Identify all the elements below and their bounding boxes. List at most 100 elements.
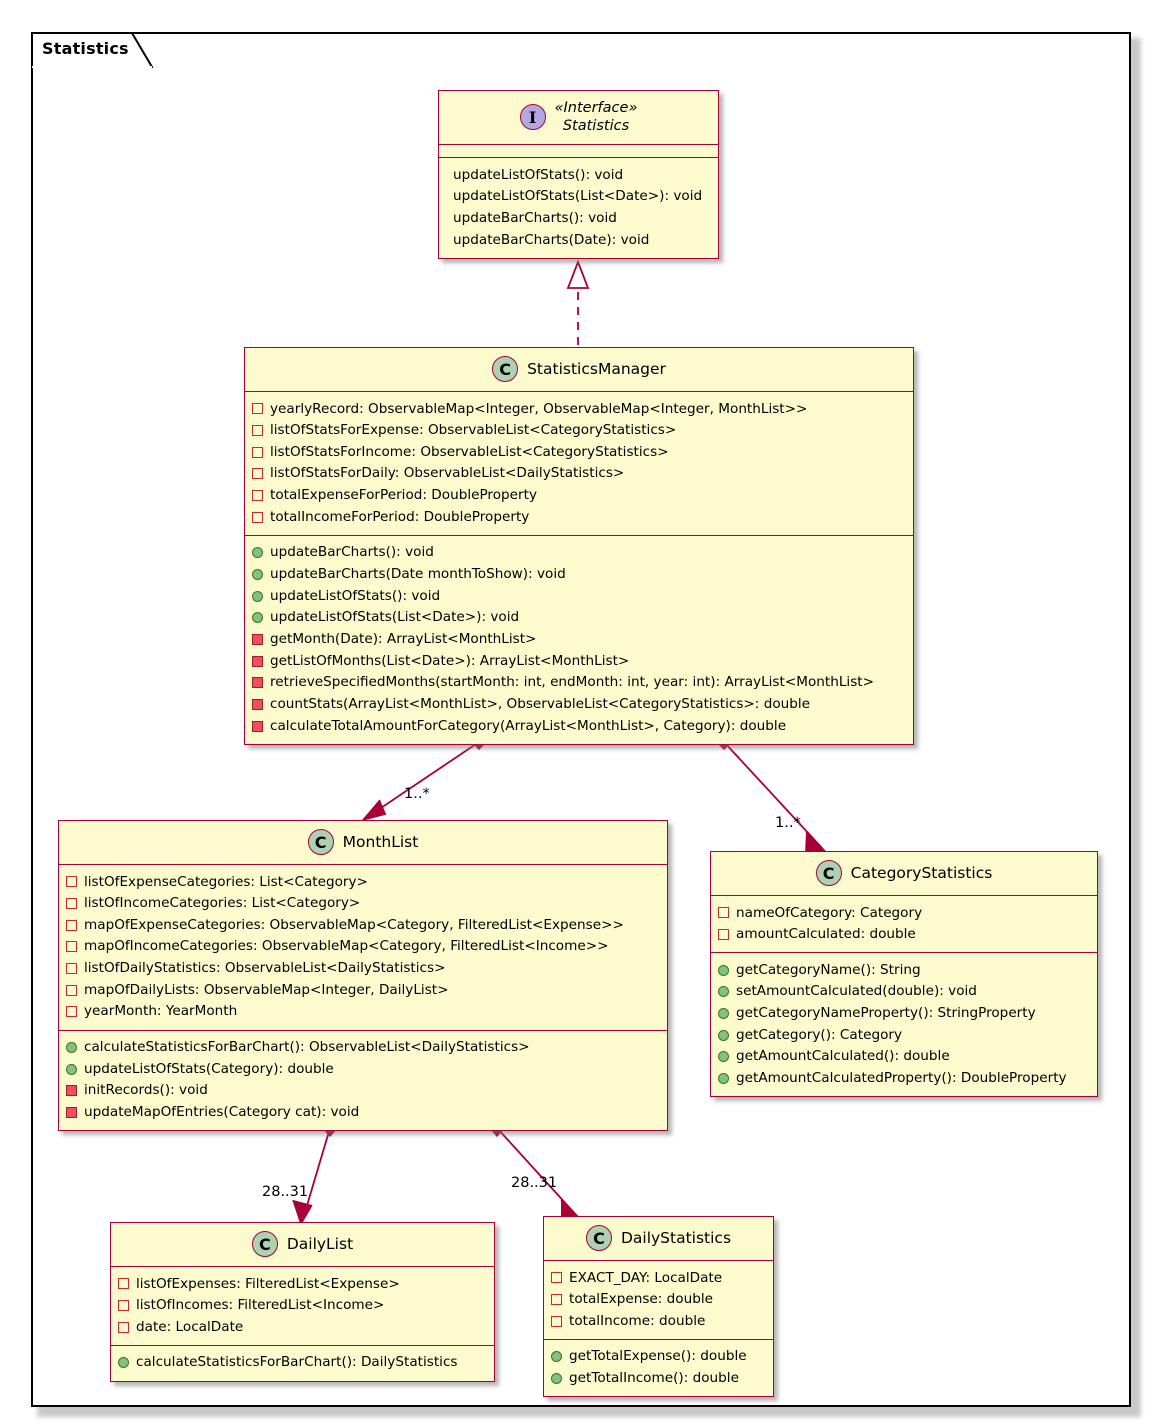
method-row: calculateStatisticsForBarChart(): Observ… [66, 1037, 661, 1059]
class-header-monthlist: C MonthList [59, 821, 667, 865]
package-title: Statistics [42, 39, 129, 58]
method-signature: getCategoryNameProperty(): StringPropert… [736, 1005, 1036, 1022]
class-header-dailystatistics: C DailyStatistics [544, 1217, 773, 1261]
method-row: updateBarCharts(): void [252, 542, 907, 564]
method-signature: updateListOfStats(): void [453, 166, 624, 183]
class-icon: C [815, 860, 842, 886]
method-signature: updateMapOfEntries(Category cat): void [84, 1104, 360, 1121]
interface-icon: I [519, 104, 546, 131]
attribute-row: listOfStatsForIncome: ObservableList<Cat… [252, 441, 907, 463]
attribute-signature: totalIncome: double [569, 1312, 706, 1329]
attribute-signature: listOfExpenseCategories: List<Category> [84, 873, 368, 890]
class-box-dailylist[interactable]: C DailyList listOfExpenses: FilteredList… [110, 1222, 495, 1382]
attribute-row: EXACT_DAY: LocalDate [551, 1267, 767, 1289]
public-method-icon [718, 1007, 729, 1019]
attribute-signature: yearMonth: YearMonth [84, 1003, 238, 1020]
attribute-row: mapOfIncomeCategories: ObservableMap<Cat… [66, 936, 661, 958]
class-box-monthlist[interactable]: C MonthList listOfExpenseCategories: Lis… [58, 820, 668, 1132]
private-field-icon [66, 962, 77, 974]
class-name-monthlist: MonthList [342, 833, 419, 851]
private-field-icon [118, 1299, 129, 1311]
method-signature: getListOfMonths(List<Date>): ArrayList<M… [270, 652, 630, 669]
method-signature: getCategoryName(): String [736, 961, 921, 978]
private-field-icon [252, 446, 263, 458]
attribute-signature: mapOfExpenseCategories: ObservableMap<Ca… [84, 916, 624, 933]
attribute-signature: EXACT_DAY: LocalDate [569, 1269, 723, 1286]
method-row: getListOfMonths(List<Date>): ArrayList<M… [252, 650, 907, 672]
multiplicity-monthlist-dailystatistics: 28..31 [511, 1175, 558, 1191]
multiplicity-monthlist-dailylist: 28..31 [262, 1184, 309, 1200]
method-signature: getTotalExpense(): double [569, 1348, 747, 1365]
public-method-icon [252, 568, 263, 580]
public-method-icon [252, 612, 263, 624]
method-signature: updateListOfStats(Category): double [84, 1060, 334, 1077]
method-row: getMonth(Date): ArrayList<MonthList> [252, 629, 907, 651]
class-icon: C [492, 356, 519, 382]
method-signature: setAmountCalculated(double): void [736, 983, 977, 1000]
public-method-icon [718, 986, 729, 998]
attribute-signature: totalExpense: double [569, 1291, 714, 1308]
attribute-row: amountCalculated: double [718, 924, 1091, 946]
private-field-icon [66, 897, 77, 909]
attribute-row: mapOfDailyLists: ObservableMap<Integer, … [66, 979, 661, 1001]
attribute-row: totalExpenseForPeriod: DoubleProperty [252, 485, 907, 507]
method-signature: getAmountCalculated(): double [736, 1048, 950, 1065]
public-method-icon [252, 590, 263, 602]
private-field-icon [66, 984, 77, 996]
method-signature: calculateStatisticsForBarChart(): DailyS… [136, 1354, 458, 1371]
method-signature: getTotalIncome(): double [569, 1370, 739, 1387]
method-signature: getMonth(Date): ArrayList<MonthList> [270, 631, 537, 648]
private-field-icon [252, 511, 263, 523]
attribute-row: totalIncomeForPeriod: DoubleProperty [252, 506, 907, 528]
attribute-row: listOfExpenseCategories: List<Category> [66, 871, 661, 893]
private-method-icon [252, 655, 263, 667]
class-header-dailylist: C DailyList [111, 1223, 494, 1267]
multiplicity-manager-monthlist: 1..* [404, 786, 430, 802]
class-box-categorystatistics[interactable]: C CategoryStatistics nameOfCategory: Cat… [710, 851, 1098, 1098]
attribute-row: listOfExpenses: FilteredList<Expense> [118, 1273, 488, 1295]
uml-class-diagram: Statistics MonthList --> CategoryStatist… [0, 0, 1155, 1428]
private-field-icon [66, 941, 77, 953]
class-box-statistics[interactable]: I «Interface» Statistics updateListOfSta… [438, 90, 719, 259]
private-field-icon [252, 403, 263, 415]
methods-compartment-statisticsmanager: updateBarCharts(): void updateBarCharts(D… [245, 534, 913, 744]
private-field-icon [252, 468, 263, 480]
method-signature: calculateTotalAmountForCategory(ArrayLis… [270, 717, 787, 734]
class-box-dailystatistics[interactable]: C DailyStatistics EXACT_DAY: LocalDate to… [543, 1216, 774, 1398]
methods-compartment-categorystatistics: getCategoryName(): String setAmountCalcul… [711, 952, 1097, 1096]
method-row: updateListOfStats(List<Date>): void [252, 607, 907, 629]
method-row: updateMapOfEntries(Category cat): void [66, 1102, 661, 1124]
class-icon: C [585, 1225, 612, 1251]
attribute-row: listOfStatsForExpense: ObservableList<Ca… [252, 420, 907, 442]
method-row: getTotalIncome(): double [551, 1368, 767, 1390]
private-method-icon [66, 1106, 77, 1118]
private-method-icon [252, 677, 263, 689]
class-box-statisticsmanager[interactable]: C StatisticsManager yearlyRecord: Observ… [244, 347, 914, 745]
multiplicity-manager-categorystatistics: 1..* [775, 815, 801, 831]
attributes-compartment-dailystatistics: EXACT_DAY: LocalDate totalExpense: double… [544, 1261, 773, 1339]
public-method-icon [718, 1051, 729, 1063]
private-field-icon [118, 1278, 129, 1290]
attribute-signature: listOfStatsForDaily: ObservableList<Dail… [270, 465, 625, 482]
private-field-icon [252, 489, 263, 501]
method-row: getCategoryName(): String [718, 959, 1091, 981]
methods-compartment-statistics: updateListOfStats(): void updateListOfSta… [439, 158, 718, 258]
attributes-compartment-categorystatistics: nameOfCategory: Category amountCalculated… [711, 896, 1097, 952]
private-field-icon [118, 1321, 129, 1333]
method-signature: updateBarCharts(): void [453, 210, 617, 227]
methods-compartment-dailylist: calculateStatisticsForBarChart(): DailyS… [111, 1344, 494, 1381]
methods-compartment-dailystatistics: getTotalExpense(): double getTotalIncome(… [544, 1338, 773, 1396]
method-signature: initRecords(): void [84, 1082, 208, 1099]
attribute-row: totalExpense: double [551, 1289, 767, 1311]
private-field-icon [718, 907, 729, 919]
private-field-icon [66, 1006, 77, 1018]
private-method-icon [252, 698, 263, 710]
attribute-signature: listOfStatsForIncome: ObservableList<Cat… [270, 443, 669, 460]
private-method-icon [252, 720, 263, 732]
private-field-icon [252, 424, 263, 436]
attributes-compartment-statisticsmanager: yearlyRecord: ObservableMap<Integer, Obs… [245, 392, 913, 535]
public-method-icon [718, 1072, 729, 1084]
public-method-icon [118, 1357, 129, 1369]
attribute-signature: date: LocalDate [136, 1318, 244, 1335]
method-row: getTotalExpense(): double [551, 1346, 767, 1368]
